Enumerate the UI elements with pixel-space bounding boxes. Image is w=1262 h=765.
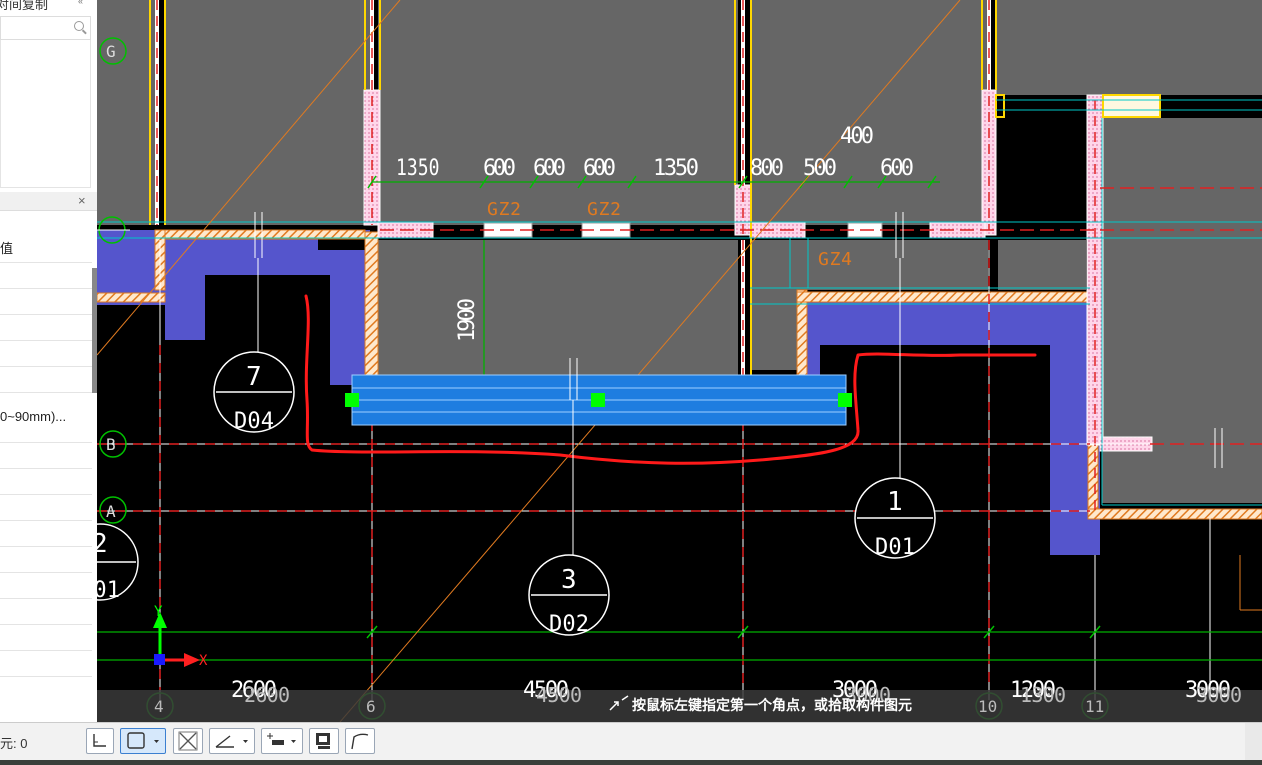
cross-select-button[interactable] bbox=[173, 728, 203, 754]
ucs-axis-icon bbox=[153, 612, 200, 667]
property-row[interactable] bbox=[0, 572, 92, 599]
cad-drawing-canvas[interactable]: G B A 4 6 10 11 1350 600 600 600 1350 80… bbox=[97, 0, 1262, 722]
properties-header: × bbox=[0, 192, 97, 211]
selection-count: 元: 0 bbox=[0, 736, 28, 751]
column-label-gz2: GZ2 bbox=[487, 199, 521, 220]
detail-tag-ref: D01 bbox=[875, 535, 915, 560]
detail-tag-number: 1 bbox=[887, 487, 903, 517]
property-row-thickness[interactable]: 0~90mm)... bbox=[0, 392, 92, 443]
corner-snap-button[interactable] bbox=[86, 728, 114, 754]
dimension-text: 600 bbox=[880, 156, 914, 181]
bottom-dimension: 3000 bbox=[1196, 683, 1242, 707]
rect-select-icon bbox=[127, 732, 159, 749]
dimension-text: 600 bbox=[583, 156, 616, 181]
bottom-dimension: 4500 bbox=[536, 683, 582, 707]
left-panel: 对间复制 « × 值 0~90mm)... bbox=[0, 0, 97, 722]
rect-select-button[interactable] bbox=[120, 728, 166, 754]
dimension-text: 1350 bbox=[396, 154, 439, 180]
void-area bbox=[998, 118, 1086, 230]
arc-button[interactable] bbox=[345, 728, 375, 754]
bottom-dimension: 2600 bbox=[244, 683, 290, 707]
axis-label-B: B bbox=[106, 435, 116, 454]
detail-tag-ref: D02 bbox=[549, 612, 589, 637]
arc-icon bbox=[351, 733, 369, 750]
ucs-y-label: Y bbox=[154, 604, 163, 620]
property-row[interactable] bbox=[0, 624, 92, 651]
taskbar-strip bbox=[0, 760, 1262, 765]
panel-collapse-button[interactable]: « bbox=[78, 0, 90, 6]
angle-icon bbox=[215, 735, 248, 748]
property-row[interactable] bbox=[0, 650, 92, 677]
detail-tag-ref: D01 bbox=[97, 578, 120, 603]
detail-tag-number: 7 bbox=[246, 362, 262, 392]
detail-tag-number: 3 bbox=[561, 565, 577, 595]
insert-icon bbox=[267, 733, 296, 745]
dimension-text-vertical: 1900 bbox=[455, 298, 480, 342]
dimension-text: 400 bbox=[840, 124, 874, 149]
dimension-text: 1350 bbox=[653, 156, 699, 181]
property-row[interactable] bbox=[0, 598, 92, 625]
ucs-x-label: X bbox=[199, 653, 208, 669]
statusbar-spacer bbox=[1245, 723, 1262, 761]
column-label-gz4: GZ4 bbox=[818, 249, 852, 270]
axis-label-G: G bbox=[106, 42, 116, 61]
window-button[interactable] bbox=[309, 728, 339, 754]
corner-icon bbox=[93, 734, 106, 747]
angle-button[interactable] bbox=[209, 728, 255, 754]
property-row[interactable] bbox=[0, 262, 92, 289]
dimension-text: 600 bbox=[483, 156, 516, 181]
column-label-gz2: GZ2 bbox=[587, 199, 621, 220]
panel-top-label: 对间复制 bbox=[0, 0, 49, 12]
property-value-header: 值 bbox=[0, 236, 92, 263]
property-row[interactable] bbox=[0, 494, 92, 521]
cross-icon bbox=[178, 731, 198, 751]
detail-tag-ref: D04 bbox=[234, 409, 274, 434]
search-input[interactable] bbox=[0, 16, 91, 40]
axis-label-4: 4 bbox=[154, 697, 164, 716]
dimension-text: 800 bbox=[750, 156, 784, 181]
property-row[interactable] bbox=[0, 288, 92, 315]
properties-grid: 值 0~90mm)... bbox=[0, 210, 97, 690]
detail-tag-number: 2 bbox=[97, 529, 108, 559]
property-row[interactable] bbox=[0, 340, 92, 367]
property-row[interactable] bbox=[0, 546, 92, 573]
axis-label-11: 11 bbox=[1085, 697, 1104, 716]
window-icon bbox=[316, 733, 330, 749]
dimension-text: 500 bbox=[803, 156, 837, 181]
dimension-text: 600 bbox=[533, 156, 566, 181]
property-row[interactable] bbox=[0, 520, 92, 547]
search-icon-handle bbox=[82, 29, 87, 35]
property-row[interactable] bbox=[0, 366, 92, 393]
insert-point-button[interactable] bbox=[261, 728, 303, 754]
axis-label-10: 10 bbox=[978, 697, 997, 716]
close-icon[interactable]: × bbox=[78, 193, 86, 208]
property-row[interactable] bbox=[0, 442, 92, 469]
property-row[interactable] bbox=[0, 468, 92, 495]
tree-area bbox=[0, 40, 91, 188]
axis-label-A: A bbox=[106, 502, 116, 521]
axis-label-6: 6 bbox=[366, 697, 376, 716]
property-row[interactable] bbox=[0, 314, 92, 341]
status-bar: 元: 0 bbox=[0, 722, 1262, 761]
bottom-dimension: 1300 bbox=[1020, 683, 1066, 707]
command-prompt-text: 按鼠标左键指定第一个角点，或拾取构件图元 bbox=[632, 697, 912, 713]
